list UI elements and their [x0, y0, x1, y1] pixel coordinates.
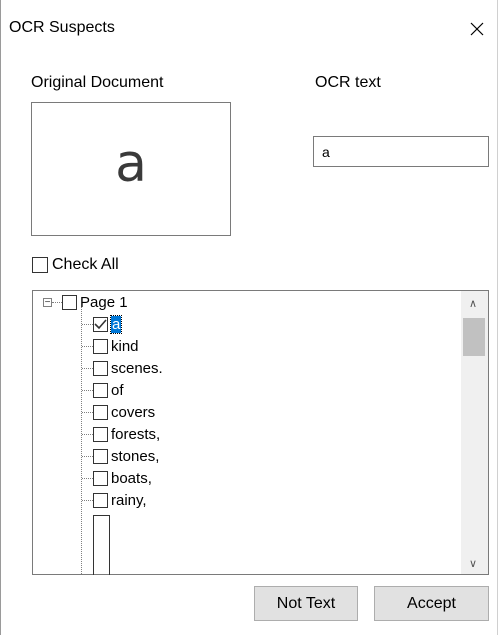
tree-item[interactable]: scenes. — [82, 357, 163, 379]
tree-connector — [82, 411, 93, 413]
scroll-up-icon[interactable]: ∧ — [469, 297, 477, 310]
window-border — [0, 0, 1, 635]
close-button[interactable] — [462, 14, 492, 44]
tree-connector — [82, 323, 93, 325]
tree-item-label: stones, — [111, 447, 160, 465]
accept-button[interactable]: Accept — [374, 586, 489, 621]
checkbox[interactable] — [93, 316, 108, 332]
tree-item-label: boats, — [111, 469, 152, 487]
tree-item[interactable]: forests, — [82, 423, 160, 445]
original-document-label: Original Document — [31, 74, 164, 91]
tree-item-label: covers — [111, 403, 156, 421]
tree-item-label: kind — [111, 337, 139, 355]
original-document-preview: a — [31, 102, 231, 236]
tree-item[interactable]: stones, — [82, 445, 159, 467]
tree-connector — [82, 345, 93, 347]
checkbox[interactable] — [93, 382, 108, 398]
dialog-title: OCR Suspects — [9, 19, 115, 36]
tree-item[interactable]: rainy, — [82, 489, 147, 511]
ocr-text-label: OCR text — [315, 74, 381, 91]
tree-connector — [52, 301, 62, 303]
tree-scrollbar[interactable]: ∧ ∨ — [461, 291, 488, 574]
tree-item-partial — [93, 515, 110, 575]
tree-item-label: scenes. — [111, 359, 163, 377]
tree-item[interactable]: kind — [82, 335, 139, 357]
tree-connector — [82, 367, 93, 369]
tree-connector — [82, 389, 93, 391]
scroll-down-icon[interactable]: ∨ — [469, 557, 477, 570]
tree-item-label: forests, — [111, 425, 161, 443]
scroll-thumb[interactable] — [463, 318, 485, 356]
tree-connector — [82, 477, 93, 479]
checkbox[interactable] — [93, 492, 108, 508]
tree-item[interactable]: a — [82, 313, 123, 335]
tree-item[interactable]: covers — [82, 401, 155, 423]
tree-node-label: Page 1 — [80, 293, 128, 311]
tree-item-label: rainy, — [111, 491, 147, 509]
tree-connector — [82, 455, 93, 457]
checkbox[interactable] — [93, 360, 108, 376]
checkbox[interactable] — [93, 404, 108, 420]
tree-item[interactable]: boats, — [82, 467, 152, 489]
tree-root-page[interactable]: − Page 1 — [43, 291, 128, 313]
checkbox[interactable] — [32, 257, 48, 273]
checkbox[interactable] — [93, 448, 108, 464]
tree-connector — [82, 433, 93, 435]
checkbox[interactable] — [62, 294, 77, 310]
checkbox[interactable] — [93, 338, 108, 354]
tree-item[interactable]: of — [82, 379, 124, 401]
check-all-checkbox[interactable]: Check All — [32, 256, 119, 274]
collapse-icon[interactable]: − — [43, 297, 52, 307]
checkbox[interactable] — [93, 470, 108, 486]
tree-item-label: of — [111, 381, 124, 399]
tree-connector — [82, 499, 93, 501]
ocr-text-input[interactable] — [313, 136, 489, 167]
tree-item-label: a — [109, 314, 123, 334]
checkbox[interactable] — [93, 426, 108, 442]
preview-glyph: a — [115, 134, 147, 194]
close-icon — [470, 22, 484, 36]
not-text-button[interactable]: Not Text — [254, 586, 358, 621]
check-all-label: Check All — [52, 256, 119, 273]
